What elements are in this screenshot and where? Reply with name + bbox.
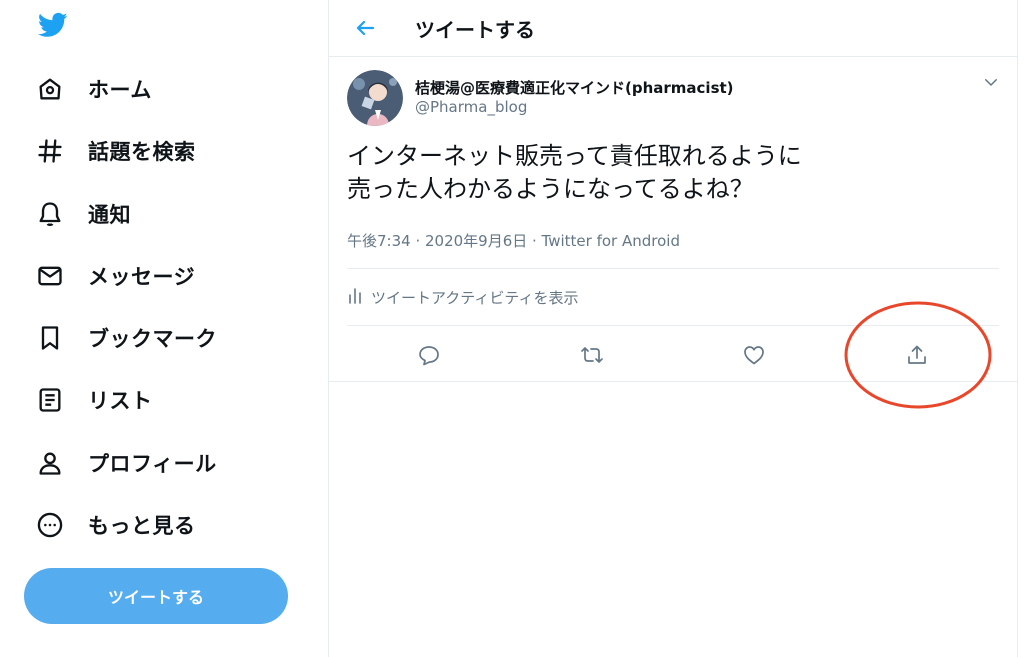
tweet-detail-column: ツイートする 桔梗湯@医療費適正化マインド(pharmacist) @Pharm… (328, 0, 1018, 657)
divider (329, 381, 1017, 382)
nav-item-notifications[interactable]: 通知 (34, 194, 131, 234)
tweet-activity-link[interactable]: ツイートアクティビティを表示 (347, 286, 578, 308)
author-name[interactable]: 桔梗湯@医療費適正化マインド(pharmacist) (415, 77, 734, 98)
twitter-bird-icon[interactable] (36, 10, 70, 40)
nav-item-home[interactable]: ホーム (34, 69, 152, 109)
nav-label-explore: 話題を検索 (88, 140, 196, 164)
nav-item-profile[interactable]: プロフィール (34, 443, 217, 483)
nav-item-bookmarks[interactable]: ブックマーク (34, 318, 217, 358)
nav-item-more[interactable]: もっと見る (34, 505, 196, 545)
envelope-icon (34, 260, 66, 292)
more-circle-icon (34, 509, 66, 541)
tweet-timestamp[interactable]: 午後7:34 · 2020年9月6日 · Twitter for Android (347, 230, 680, 251)
nav-label-notifications: 通知 (88, 203, 131, 227)
reply-icon[interactable] (412, 338, 446, 372)
tweet-text: インターネット販売って責任取れるように 売った人わかるようになってるよね？ (347, 140, 967, 206)
tweet-activity-label: ツイートアクティビティを表示 (371, 288, 579, 307)
tweet-text-line: インターネット販売って責任取れるように (347, 142, 802, 170)
nav-label-lists: リスト (88, 389, 153, 413)
list-icon (34, 384, 66, 416)
author-handle[interactable]: @Pharma_blog (415, 98, 527, 116)
nav-item-lists[interactable]: リスト (34, 380, 153, 420)
nav-label-profile: プロフィール (88, 452, 217, 476)
nav-item-explore[interactable]: 話題を検索 (34, 131, 196, 171)
back-arrow-icon[interactable] (349, 12, 381, 44)
bar-chart-icon (347, 286, 363, 308)
like-icon[interactable] (737, 338, 771, 372)
avatar[interactable] (347, 70, 403, 126)
divider (347, 325, 999, 326)
bookmark-icon (34, 322, 66, 354)
bell-icon (34, 198, 66, 230)
chevron-down-icon[interactable] (979, 70, 1003, 94)
tweet-text-line: 売った人わかるようになってるよね？ (347, 175, 754, 203)
sidebar: ホーム 話題を検索 通知 メッセージ ブックマーク リスト プロフィール もっと… (0, 0, 328, 657)
retweet-icon[interactable] (575, 338, 609, 372)
home-icon (34, 73, 66, 105)
nav-item-messages[interactable]: メッセージ (34, 256, 195, 296)
page-title: ツイートする (415, 18, 535, 42)
page-header: ツイートする (329, 0, 1017, 57)
hashtag-icon (34, 135, 66, 167)
nav-label-bookmarks: ブックマーク (88, 327, 217, 351)
person-icon (34, 447, 66, 479)
divider (347, 268, 999, 269)
nav-label-more: もっと見る (88, 514, 196, 538)
tweet-button[interactable]: ツイートする (24, 568, 288, 624)
nav-label-home: ホーム (88, 78, 152, 102)
nav-label-messages: メッセージ (88, 265, 196, 289)
share-icon[interactable] (900, 338, 934, 372)
